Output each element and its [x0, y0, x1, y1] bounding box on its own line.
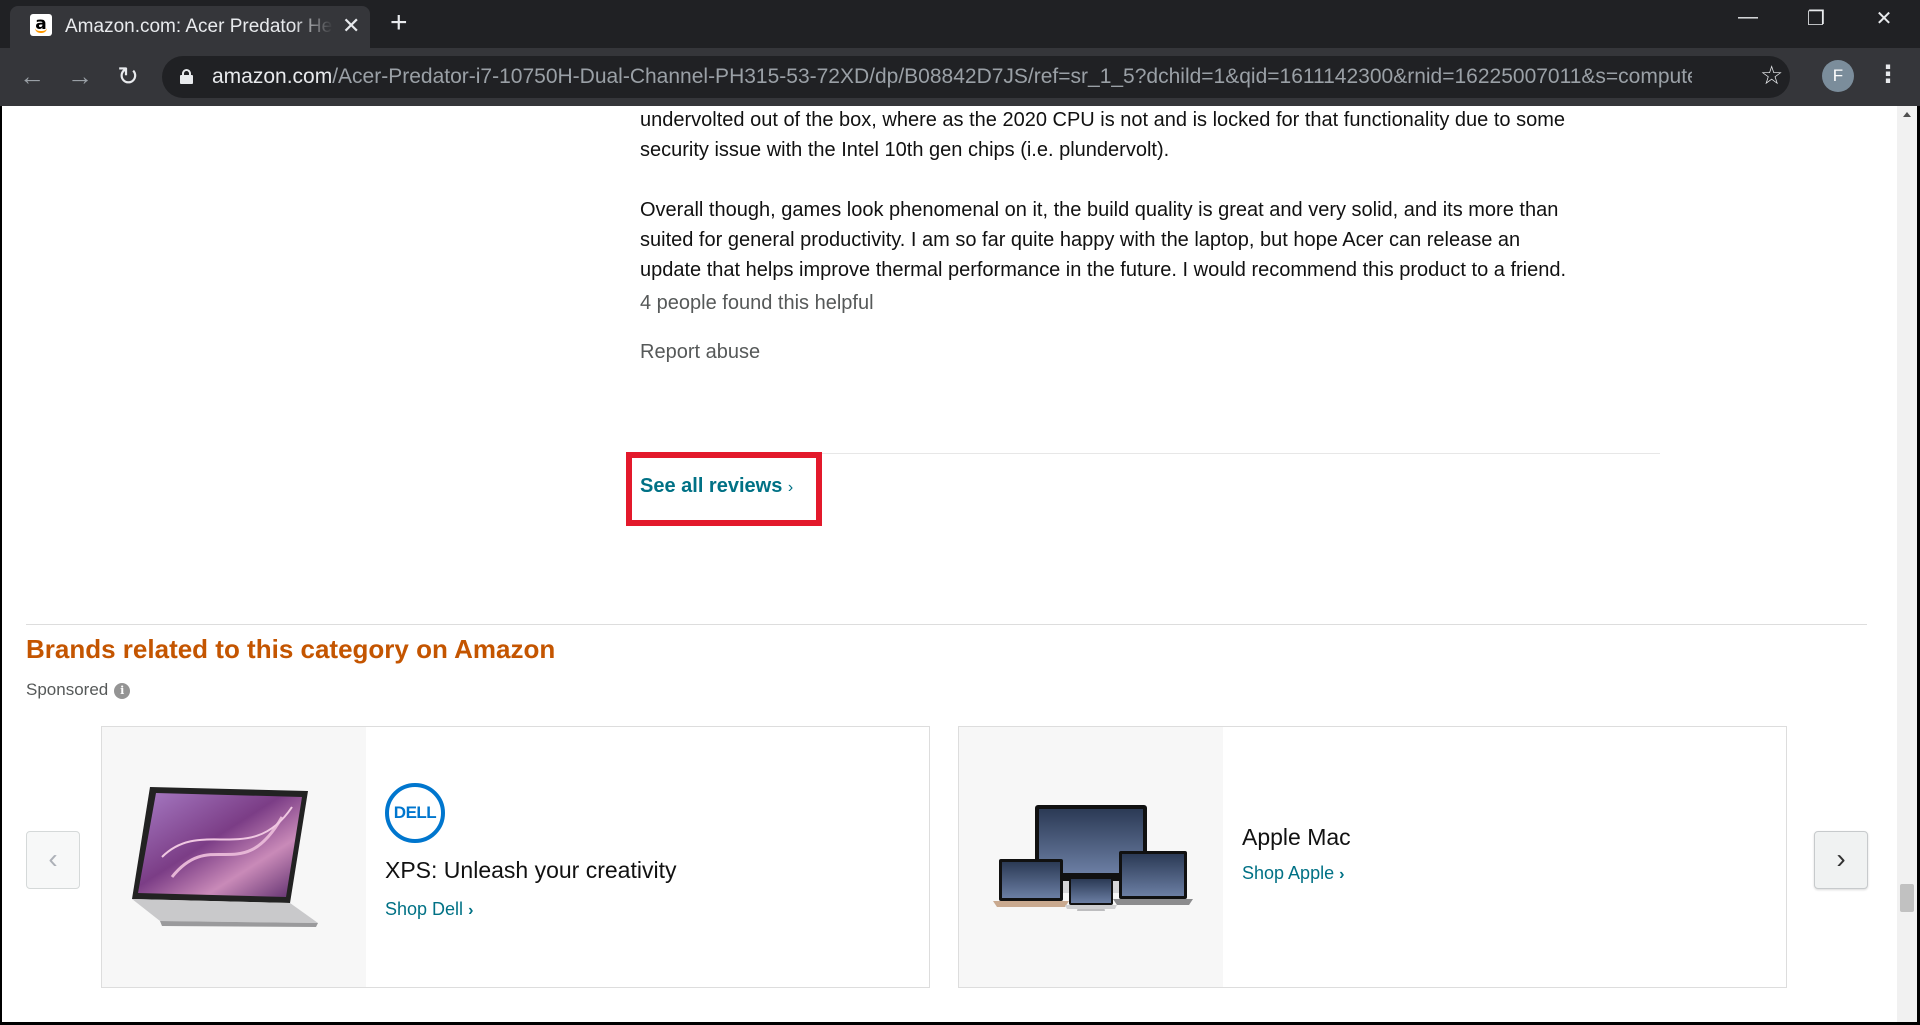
browser-tab-strip: a Amazon.com: Acer Predator Helios 300 P…: [0, 0, 1920, 48]
card-title[interactable]: XPS: Unleash your creativity: [385, 857, 676, 884]
sponsored-label: Sponsored i: [26, 680, 131, 700]
reload-icon[interactable]: ↻: [112, 62, 144, 90]
restore-icon[interactable]: ❐: [1786, 6, 1846, 31]
menu-icon[interactable]: ⋮: [1876, 58, 1900, 92]
back-icon[interactable]: ←: [16, 62, 48, 90]
dell-laptop-image[interactable]: [102, 727, 366, 987]
shop-dell-label: Shop Dell: [385, 899, 464, 919]
address-bar[interactable]: amazon.com/Acer-Predator-i7-10750H-Dual-…: [162, 56, 1790, 98]
dell-logo-icon: DELL: [385, 783, 445, 843]
review-line: security issue with the Intel 10th gen c…: [640, 139, 1170, 161]
browser-tab[interactable]: a Amazon.com: Acer Predator Helios 300 P…: [10, 6, 370, 48]
page-viewport: undervolted out of the box, where as the…: [2, 106, 1917, 1022]
review-line: Overall though, games look phenomenal on…: [640, 199, 1559, 221]
scrollbar-thumb[interactable]: [1900, 884, 1914, 912]
chevron-right-icon: ›: [1339, 866, 1345, 883]
info-icon[interactable]: i: [114, 683, 131, 699]
section-divider: [26, 624, 1867, 625]
new-tab-icon[interactable]: +: [390, 8, 408, 38]
see-all-reviews-highlight: See all reviews ›: [626, 452, 822, 526]
shop-apple-label: Shop Apple: [1242, 863, 1335, 883]
shop-dell-link[interactable]: Shop Dell ›: [385, 899, 473, 920]
chevron-right-icon: ›: [468, 902, 474, 919]
sponsored-text: Sponsored: [26, 680, 109, 699]
url-domain: amazon.com: [212, 65, 333, 88]
tab-title: Amazon.com: Acer Predator Helios 300 PH3…: [65, 16, 333, 38]
scroll-up-icon[interactable]: [1903, 112, 1911, 117]
lock-icon[interactable]: [180, 69, 193, 84]
review-line: undervolted out of the box, where as the…: [640, 109, 1565, 131]
brands-section-title: Brands related to this category on Amazo…: [26, 634, 556, 664]
laptop-illustration: [132, 787, 318, 927]
shop-apple-link[interactable]: Shop Apple ›: [1242, 863, 1344, 884]
close-icon[interactable]: ✕: [342, 14, 360, 38]
window-close-icon[interactable]: ✕: [1854, 6, 1914, 31]
star-icon[interactable]: ☆: [1760, 60, 1783, 91]
profile-avatar[interactable]: F: [1822, 60, 1854, 92]
helpful-count: 4 people found this helpful: [640, 292, 874, 314]
url-path: /Acer-Predator-i7-10750H-Dual-Channel-PH…: [332, 65, 1692, 88]
brand-card-dell[interactable]: DELL XPS: Unleash your creativity Shop D…: [101, 726, 930, 988]
card-title[interactable]: Apple Mac: [1242, 824, 1351, 851]
carousel-prev-button[interactable]: ‹: [26, 831, 80, 889]
page-scrollbar[interactable]: [1897, 106, 1917, 1022]
minimize-icon[interactable]: —: [1718, 6, 1778, 29]
apple-mac-image[interactable]: [959, 727, 1223, 987]
review-line: suited for general productivity. I am so…: [640, 229, 1521, 251]
amazon-favicon-icon: a: [30, 14, 52, 36]
chevron-right-icon: ›: [787, 479, 794, 496]
review-line: update that helps improve thermal perfor…: [640, 259, 1567, 281]
url-text[interactable]: amazon.com/Acer-Predator-i7-10750H-Dual-…: [212, 65, 1692, 89]
mac-devices-illustration: [993, 805, 1193, 911]
browser-toolbar: ← → ↻ amazon.com/Acer-Predator-i7-10750H…: [0, 48, 1920, 106]
carousel-next-button[interactable]: ›: [1814, 831, 1868, 889]
review-paragraph-1: undervolted out of the box, where as the…: [640, 106, 1660, 165]
review-paragraph-2: Overall though, games look phenomenal on…: [640, 195, 1660, 285]
see-all-reviews-label: See all reviews: [640, 475, 783, 497]
forward-icon[interactable]: →: [64, 62, 96, 90]
see-all-reviews-link[interactable]: See all reviews ›: [640, 475, 793, 498]
report-abuse-link[interactable]: Report abuse: [640, 341, 760, 364]
brand-card-apple[interactable]: Apple Mac Shop Apple ›: [958, 726, 1787, 988]
